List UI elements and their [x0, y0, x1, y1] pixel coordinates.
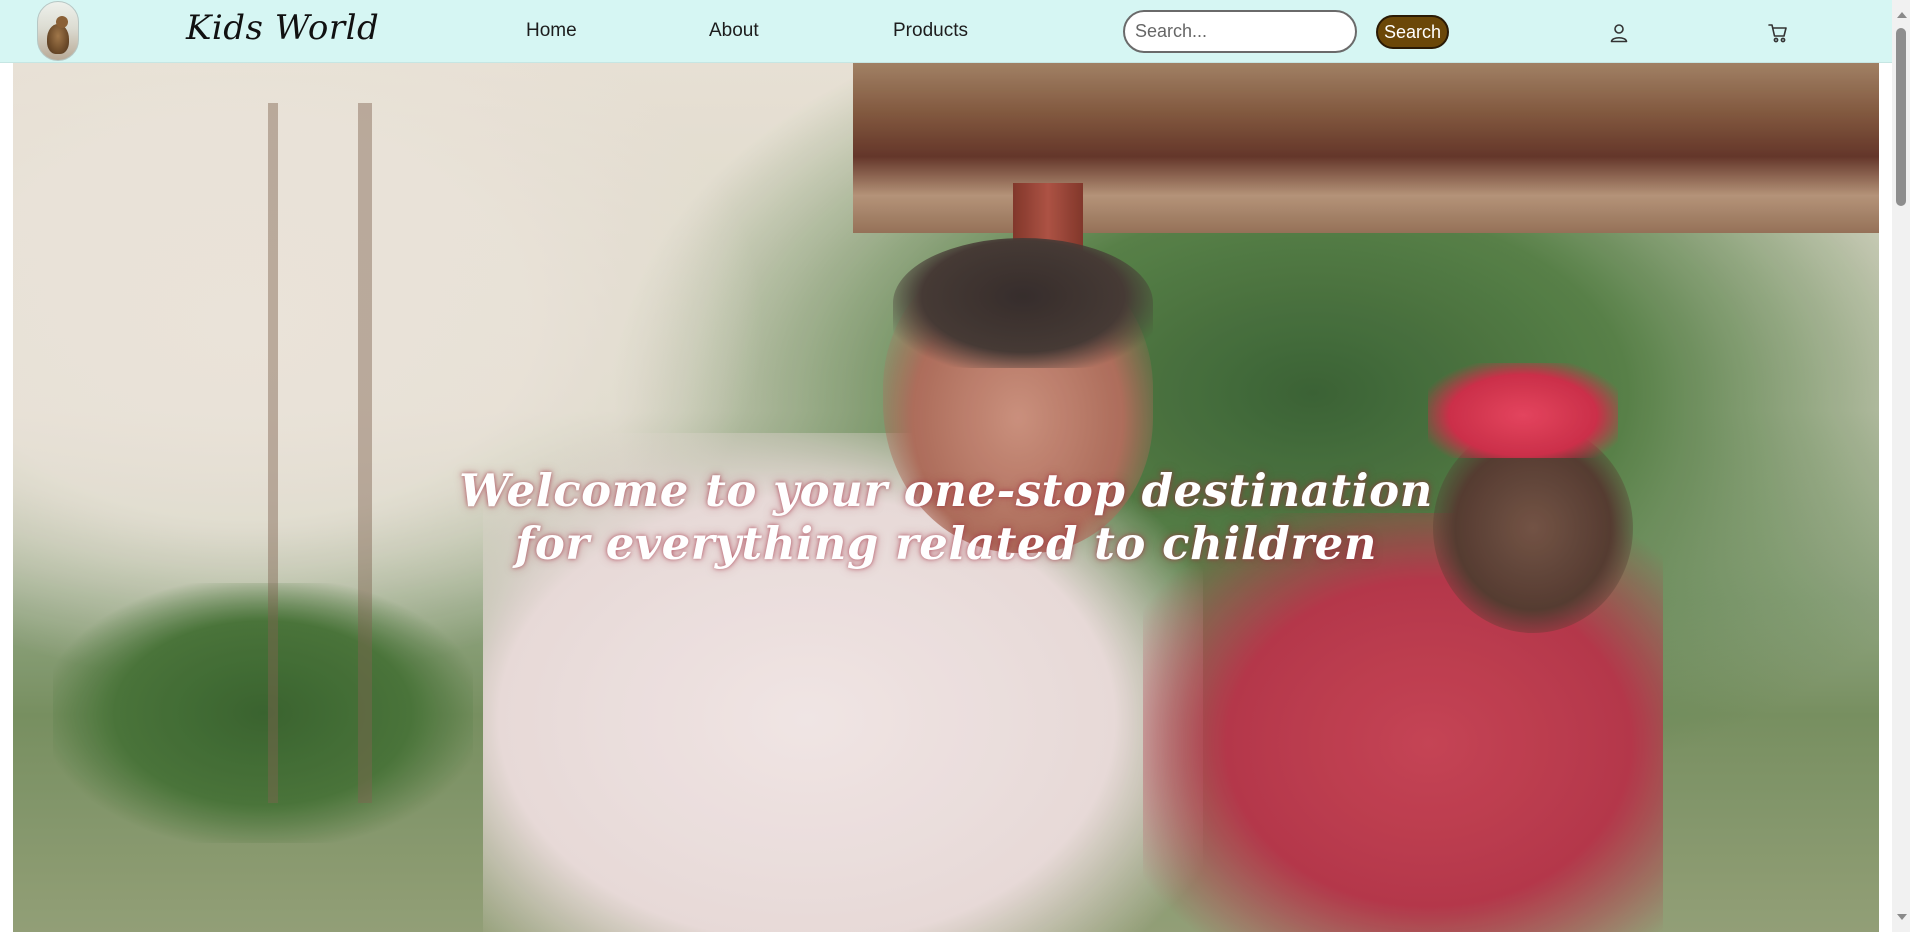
- logo-animal-head: [56, 16, 68, 28]
- search-input[interactable]: [1123, 10, 1357, 53]
- nav-link-about[interactable]: About: [709, 18, 759, 44]
- scrollbar-thumb[interactable]: [1896, 28, 1906, 206]
- search-button[interactable]: Search: [1376, 15, 1449, 49]
- logo-animal: [47, 24, 69, 54]
- logo-image[interactable]: [37, 1, 79, 61]
- hero-banner: Welcome to your one-stop destination for…: [13, 63, 1879, 932]
- brand-name[interactable]: Kids World: [186, 6, 379, 50]
- page-scrollbar[interactable]: [1892, 0, 1910, 932]
- scroll-down-arrow-icon[interactable]: [1897, 914, 1907, 920]
- hero-title: Welcome to your one-stop destination for…: [459, 464, 1433, 570]
- cart-icon[interactable]: [1767, 22, 1789, 44]
- nav-link-products[interactable]: Products: [893, 18, 968, 44]
- scroll-up-arrow-icon[interactable]: [1897, 12, 1907, 18]
- user-icon[interactable]: [1608, 22, 1630, 44]
- navbar: Kids World Home About Products Search: [0, 0, 1892, 63]
- nav-link-home[interactable]: Home: [526, 18, 577, 44]
